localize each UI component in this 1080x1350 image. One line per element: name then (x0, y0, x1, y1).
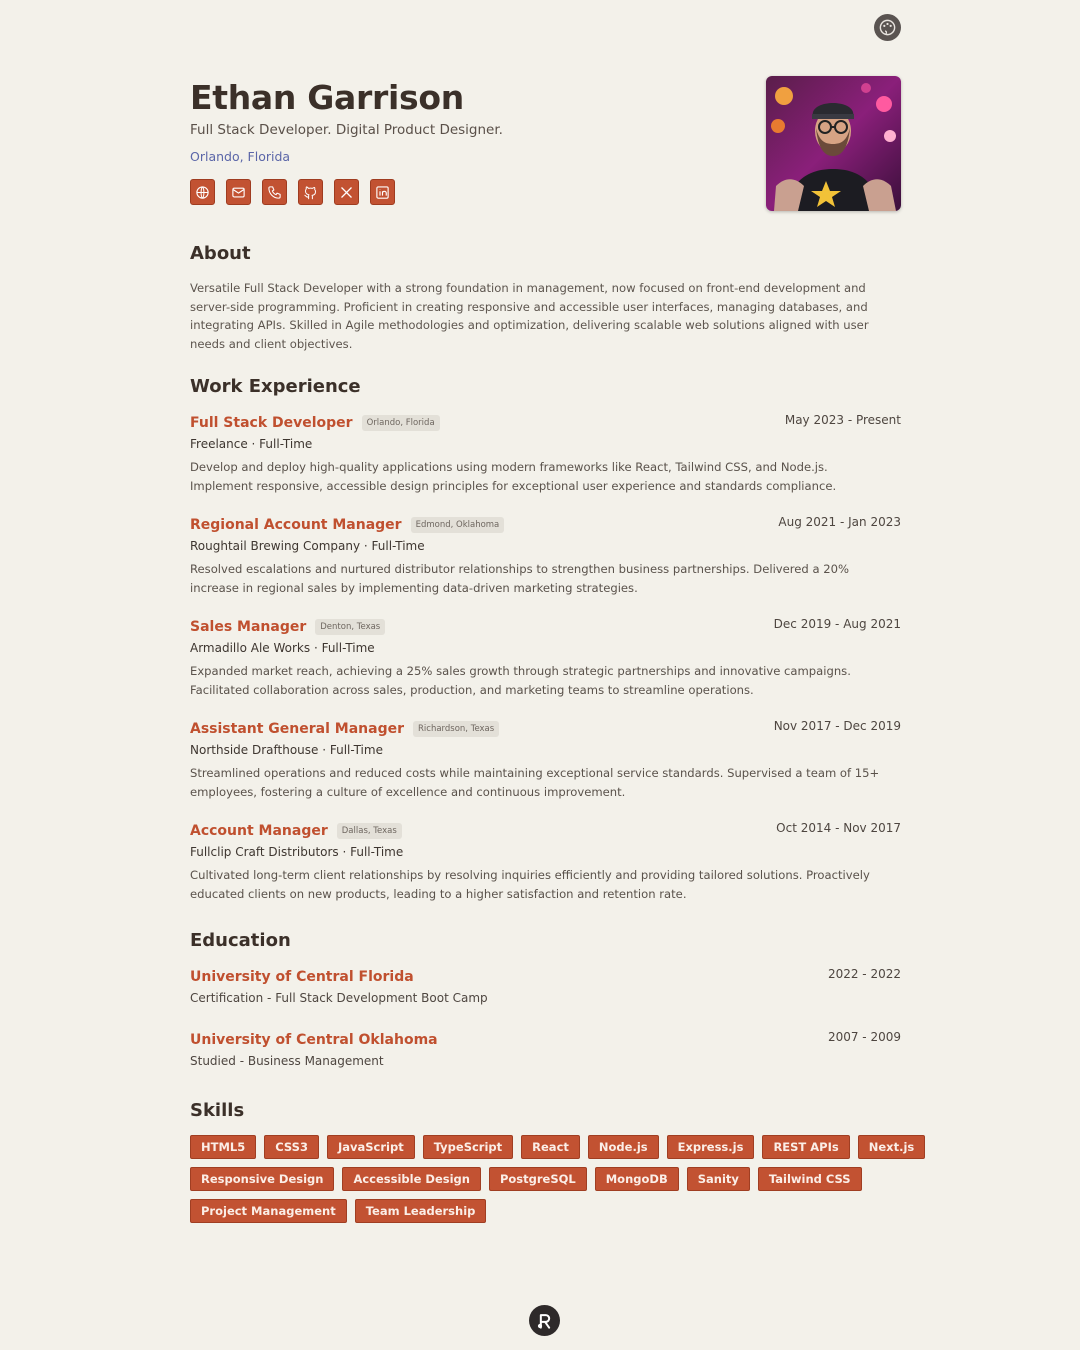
job-company: Freelance · Full-Time (190, 437, 313, 451)
x-button[interactable] (334, 179, 359, 205)
skill-badge: JavaScript (326, 1135, 415, 1159)
skill-badge: React (521, 1135, 580, 1159)
education-dates: 2022 - 2022 (827, 967, 901, 981)
education-detail: Certification - Full Stack Development B… (190, 991, 488, 1005)
education-dates: 2007 - 2009 (827, 1030, 901, 1044)
job-dates: Aug 2021 - Jan 2023 (778, 515, 901, 529)
skill-badge: REST APIs (762, 1135, 850, 1159)
job-title: Regional Account Manager (190, 517, 402, 533)
job-description: Streamlined operations and reduced costs… (190, 766, 880, 799)
education-detail: Studied - Business Management (190, 1054, 384, 1068)
skill-badge: HTML5 (190, 1135, 257, 1159)
job-title: Assistant General Manager (190, 721, 404, 737)
linkedin-icon (376, 185, 389, 199)
school-name: University of Central Florida (190, 969, 414, 985)
job-description: Expanded market reach, achieving a 25% s… (190, 664, 851, 697)
mail-icon (232, 187, 245, 197)
skills-heading: Skills (190, 1100, 245, 1121)
github-icon (304, 185, 316, 199)
skills-list: HTML5 CSS3 JavaScript TypeScript React N… (190, 1135, 926, 1231)
job-description: Resolved escalations and nurtured distri… (190, 562, 850, 595)
skill-badge: CSS3 (264, 1135, 319, 1159)
location-link[interactable]: Orlando, Florida (190, 149, 290, 164)
location-badge: Dallas, Texas (336, 823, 402, 839)
website-button[interactable] (190, 179, 215, 205)
job-company: Fullclip Craft Distributors · Full-Time (190, 845, 404, 859)
work-experience-heading: Work Experience (190, 376, 361, 397)
about-text: Versatile Full Stack Developer with a st… (190, 281, 869, 352)
skill-badge: Next.js (857, 1135, 926, 1159)
skill-badge: PostgreSQL (488, 1167, 587, 1191)
education-heading: Education (190, 930, 291, 951)
job-company: Armadillo Ale Works · Full-Time (190, 641, 375, 655)
location-badge: Edmond, Oklahoma (410, 517, 505, 533)
site-logo-button[interactable] (529, 1305, 560, 1336)
education-entry: University of Central Oklahoma 2007 - 20… (190, 1029, 901, 1068)
job-dates: Nov 2017 - Dec 2019 (773, 719, 901, 733)
about-heading: About (190, 243, 251, 264)
skills-row: Project Management Team Leadership (190, 1199, 901, 1223)
job-title: Full Stack Developer (190, 415, 353, 431)
headline: Full Stack Developer. Digital Product De… (190, 122, 503, 138)
job-dates: Oct 2014 - Nov 2017 (776, 821, 901, 835)
education-entry: University of Central Florida 2022 - 202… (190, 966, 901, 1005)
skill-badge: Sanity (686, 1167, 750, 1191)
logo-icon (537, 1313, 550, 1329)
skills-row: Responsive Design Accessible Design Post… (190, 1167, 901, 1191)
github-button[interactable] (298, 179, 323, 205)
location-badge: Richardson, Texas (413, 721, 500, 737)
phone-icon (268, 185, 281, 199)
email-button[interactable] (226, 179, 251, 205)
job-entry: Regional Account Manager Edmond, Oklahoma… (190, 514, 901, 597)
location-badge: Orlando, Florida (361, 415, 440, 431)
job-dates: May 2023 - Present (784, 413, 901, 427)
location-badge: Denton, Texas (315, 619, 386, 635)
job-title: Sales Manager (190, 619, 307, 635)
job-entry: Account Manager Dallas, Texas Oct 2014 - … (190, 820, 901, 903)
skill-badge: Node.js (587, 1135, 659, 1159)
skill-badge: Express.js (666, 1135, 755, 1159)
skill-badge: Accessible Design (342, 1167, 481, 1191)
job-description: Cultivated long-term client relationship… (190, 868, 870, 901)
job-dates: Dec 2019 - Aug 2021 (773, 617, 901, 631)
skill-badge: Tailwind CSS (757, 1167, 862, 1191)
theme-toggle-button[interactable] (874, 14, 901, 41)
globe-icon (196, 185, 209, 199)
x-icon (341, 186, 352, 198)
job-entry: Sales Manager Denton, Texas Dec 2019 - Au… (190, 616, 901, 699)
skill-badge: TypeScript (422, 1135, 514, 1159)
job-entry: Assistant General Manager Richardson, Tex… (190, 718, 901, 801)
skill-badge: MongoDB (594, 1167, 679, 1191)
phone-button[interactable] (262, 179, 287, 205)
school-name: University of Central Oklahoma (190, 1032, 438, 1048)
profile-photo (766, 76, 901, 211)
job-title: Account Manager (190, 823, 328, 839)
palette-icon (879, 19, 896, 36)
job-entry: Full Stack Developer Orlando, Florida May… (190, 412, 901, 495)
skill-badge: Team Leadership (354, 1199, 487, 1223)
contact-links (190, 179, 395, 205)
job-company: Roughtail Brewing Company · Full-Time (190, 539, 425, 553)
linkedin-button[interactable] (370, 179, 395, 205)
skill-badge: Responsive Design (190, 1167, 335, 1191)
job-description: Develop and deploy high-quality applicat… (190, 460, 837, 493)
name-heading: Ethan Garrison (190, 78, 464, 117)
skill-badge: Project Management (190, 1199, 347, 1223)
job-company: Northside Drafthouse · Full-Time (190, 743, 383, 757)
skills-row: HTML5 CSS3 JavaScript TypeScript React N… (190, 1135, 926, 1159)
